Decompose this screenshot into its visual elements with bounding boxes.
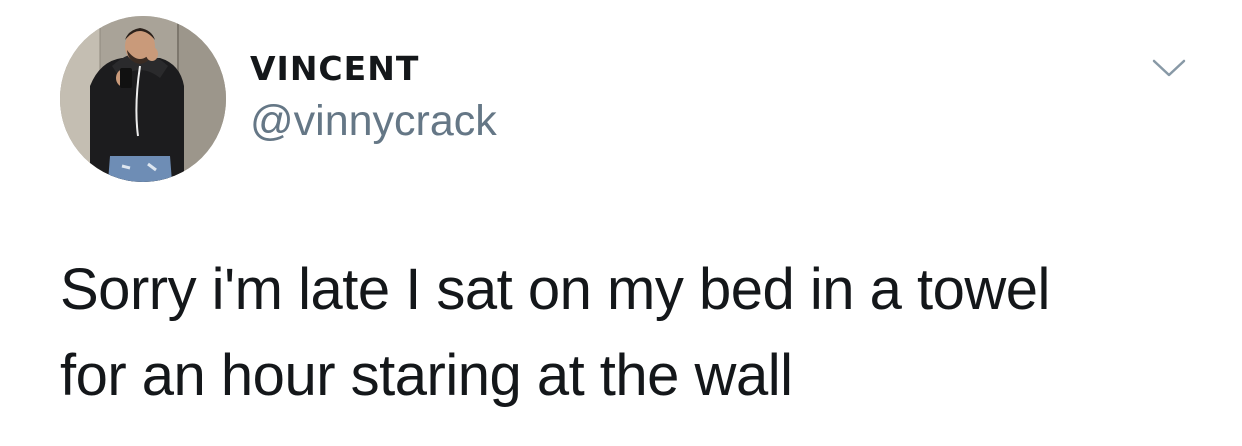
tweet-text-line: for an hour staring at the wall bbox=[60, 343, 793, 408]
tweet-text: Sorry i'm late I sat on my bed in a towe… bbox=[60, 247, 1210, 419]
avatar[interactable] bbox=[60, 16, 226, 182]
display-name[interactable]: VINCENT bbox=[250, 52, 419, 85]
chevron-down-icon[interactable] bbox=[1150, 56, 1188, 80]
user-handle[interactable]: @vinnycrack bbox=[250, 100, 497, 143]
tweet-text-line: Sorry i'm late I sat on my bed in a towe… bbox=[60, 257, 1050, 322]
avatar-photo bbox=[60, 16, 226, 182]
tweet-card: VINCENT @vinnycrack Sorry i'm late I sat… bbox=[0, 0, 1242, 446]
